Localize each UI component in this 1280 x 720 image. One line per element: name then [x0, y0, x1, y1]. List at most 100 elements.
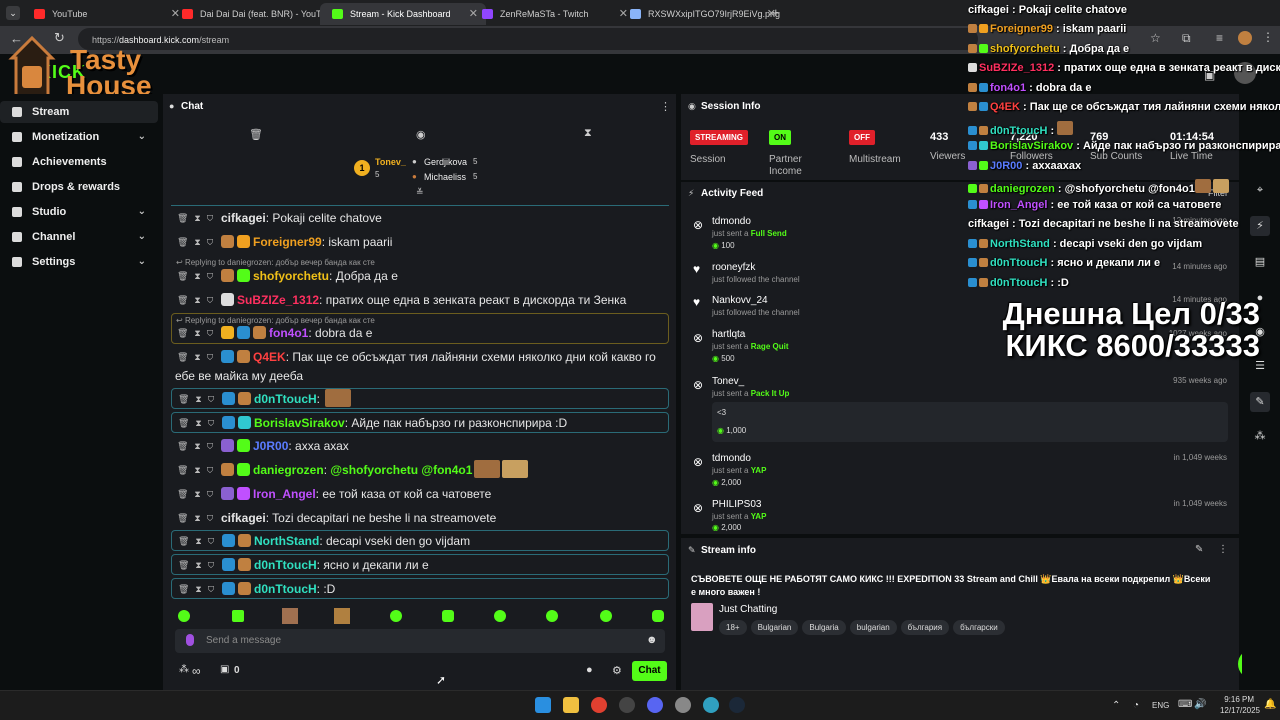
- url-text[interactable]: https://dashboard.kick.com/stream: [92, 32, 972, 48]
- microphone-icon[interactable]: [186, 634, 194, 646]
- tag[interactable]: български: [953, 620, 1005, 635]
- stream-info-menu-icon[interactable]: ⋮: [1218, 544, 1228, 555]
- tag[interactable]: българия: [900, 620, 950, 635]
- edit-icon[interactable]: ✎: [1195, 544, 1203, 555]
- activity-name[interactable]: Tonev_: [712, 376, 744, 387]
- discord-icon[interactable]: [647, 697, 663, 713]
- chat-message[interactable]: 🗑⧗⛉ SuBZIZe_1312: пратих още една в зенка…: [171, 290, 669, 310]
- emote-icon[interactable]: [334, 608, 350, 624]
- chat-message[interactable]: 🗑⧗⛉ daniegrozen: @shofyorchetu @fon4o1: [171, 460, 669, 480]
- partner-income-pill[interactable]: ON: [769, 130, 791, 145]
- sidebar-item-channel[interactable]: Channel ⌄: [0, 226, 158, 248]
- steam-icon[interactable]: [729, 697, 745, 713]
- mod-controls[interactable]: 🗑⧗⛉: [178, 413, 220, 432]
- chat-mode-icon[interactable]: ◉: [416, 128, 426, 141]
- chat-username[interactable]: d0nTtoucH: [254, 558, 317, 572]
- sidebar-item-stream[interactable]: Stream: [0, 101, 158, 123]
- gear-icon[interactable]: ⚙: [612, 664, 622, 677]
- mod-controls[interactable]: 🗑⧗⛉: [178, 555, 220, 574]
- chat-message[interactable]: 🗑⧗⛉ d0nTtoucH:: [171, 388, 669, 409]
- chat-username[interactable]: J0R00: [253, 439, 288, 453]
- collapse-icon[interactable]: ≚: [416, 187, 424, 198]
- chat-message[interactable]: 🗑⧗⛉ Iron_Angel: ее той каза от кой са чат…: [171, 484, 669, 504]
- activity-name[interactable]: tdmondo: [712, 453, 751, 464]
- chat-message[interactable]: 🗑⧗⛉ fon4o1: dobra da e: [171, 323, 669, 343]
- tag[interactable]: bulgarian: [849, 620, 897, 635]
- mod-controls[interactable]: 🗑⧗⛉: [178, 531, 220, 550]
- chat-username[interactable]: d0nTtoucH: [254, 392, 317, 406]
- mod-controls[interactable]: 🗑⧗⛉: [177, 290, 219, 310]
- clock-date[interactable]: 12/17/2025: [1214, 706, 1260, 715]
- chat-message[interactable]: 🗑⧗⛉ NorthStand: decapi vseki den go vijda…: [171, 530, 669, 551]
- mod-controls[interactable]: 🗑⧗⛉: [177, 436, 219, 456]
- mod-controls[interactable]: 🗑⧗⛉: [178, 579, 220, 598]
- category-name[interactable]: Just Chatting: [719, 604, 777, 615]
- chrome-icon[interactable]: [591, 697, 607, 713]
- tray-chevron-up-icon[interactable]: ⌃: [1112, 700, 1120, 711]
- chat-username[interactable]: fon4o1: [269, 326, 308, 340]
- emote-icon[interactable]: [600, 610, 612, 622]
- mod-controls[interactable]: 🗑⧗⛉: [177, 232, 219, 252]
- windows-start-icon[interactable]: [535, 697, 551, 713]
- chat-username[interactable]: cifkagei: [221, 511, 266, 525]
- chat-message[interactable]: 🗑⧗⛉ BorislavSirakov: Айде пак набързо ги …: [171, 412, 669, 433]
- chat-username[interactable]: Iron_Angel: [253, 487, 316, 501]
- chat-message[interactable]: 🗑⧗⛉ Q4EK: Пак ще се обсъждат тия лайняни …: [171, 347, 669, 367]
- mod-controls[interactable]: 🗑⧗⛉: [177, 208, 219, 228]
- hourglass-icon[interactable]: ⧗: [584, 127, 592, 140]
- chat-username[interactable]: Foreigner99: [253, 235, 322, 249]
- tag[interactable]: 18+: [719, 620, 747, 635]
- sidebar-item-achievements[interactable]: Achievements: [0, 151, 158, 173]
- leader-name[interactable]: Gerdjikova: [424, 157, 467, 167]
- emote-icon[interactable]: [178, 610, 190, 622]
- chat-menu-icon[interactable]: ⋮: [660, 100, 671, 113]
- activity-name[interactable]: rooneyfzk: [712, 262, 755, 273]
- notification-bell-icon[interactable]: 🔔: [1264, 699, 1276, 710]
- chat-message[interactable]: 🗑⧗⛉ Foreigner99: iskam paarii: [171, 232, 669, 252]
- emote-icon[interactable]: [546, 610, 558, 622]
- chat-message[interactable]: 🗑⧗⛉ shofyorchetu: Добра да е: [171, 266, 669, 286]
- tab-kick-dashboard[interactable]: Stream - Kick Dashboard ✕: [320, 3, 486, 25]
- emote-icon[interactable]: [282, 608, 298, 624]
- chat-message[interactable]: 🗑⧗⛉ J0R00: ахха ахах: [171, 436, 669, 456]
- category-thumbnail[interactable]: [691, 603, 713, 631]
- chat-username[interactable]: Q4EK: [253, 350, 286, 364]
- emote-icon[interactable]: [494, 610, 506, 622]
- wrench-icon[interactable]: ✎: [1250, 392, 1270, 412]
- language-indicator[interactable]: ENG: [1152, 701, 1169, 710]
- chat-input-placeholder[interactable]: Send a message: [206, 635, 281, 646]
- tag[interactable]: Bulgarian: [750, 620, 799, 635]
- activity-name[interactable]: PHILIPS03: [712, 499, 761, 510]
- chat-settings-bubble-icon[interactable]: ●: [586, 664, 593, 676]
- mod-controls[interactable]: 🗑⧗⛉: [177, 484, 219, 504]
- sidebar-item-drops[interactable]: Drops & rewards: [0, 176, 158, 198]
- chat-message[interactable]: 🗑⧗⛉ d0nTtoucH: ясно и декапи ли е: [171, 554, 669, 575]
- chat-message[interactable]: 🗑⧗⛉ d0nTtoucH: :D: [171, 578, 669, 599]
- chat-message[interactable]: 🗑⧗⛉ cifkagei: Tozi decapitari ne beshe li…: [171, 508, 669, 528]
- settings-gear-icon[interactable]: [675, 697, 691, 713]
- network-icon[interactable]: ⌨: [1178, 699, 1192, 710]
- leader-name[interactable]: Michaeliss: [424, 172, 466, 182]
- sidebar-item-studio[interactable]: Studio ⌄: [0, 201, 158, 223]
- emote-icon[interactable]: [232, 610, 244, 622]
- emote-icon[interactable]: [390, 610, 402, 622]
- emote-icon[interactable]: [652, 610, 664, 622]
- chat-username[interactable]: SuBZIZe_1312: [237, 293, 319, 307]
- chat-username[interactable]: NorthStand: [254, 534, 319, 548]
- tab-dai-dai-dai[interactable]: Dai Dai Dai (feat. BNR) - YouTube✕: [170, 3, 336, 25]
- chat-username[interactable]: daniegrozen: [253, 463, 324, 477]
- tab-image[interactable]: RXSWXxipITGO79IrjR9EiVg.png ✕: [618, 3, 784, 25]
- activity-name[interactable]: hartlqta: [712, 329, 745, 340]
- emoji-icon[interactable]: ☻: [646, 634, 658, 646]
- app-icon[interactable]: [703, 697, 719, 713]
- mod-controls[interactable]: 🗑⧗⛉: [177, 347, 219, 367]
- send-chat-button[interactable]: Chat: [632, 661, 667, 681]
- mod-controls[interactable]: 🗑⧗⛉: [177, 460, 219, 480]
- mod-controls[interactable]: 🗑⧗⛉: [177, 508, 219, 528]
- sidebar-item-settings[interactable]: Settings ⌄: [0, 251, 158, 273]
- mod-controls[interactable]: 🗑⧗⛉: [177, 266, 219, 286]
- mod-controls[interactable]: 🗑⧗⛉: [177, 323, 219, 343]
- chat-username[interactable]: shofyorchetu: [253, 269, 329, 283]
- activity-name[interactable]: Nankovv_24: [712, 295, 768, 306]
- share-icon[interactable]: ⁂: [1250, 426, 1270, 446]
